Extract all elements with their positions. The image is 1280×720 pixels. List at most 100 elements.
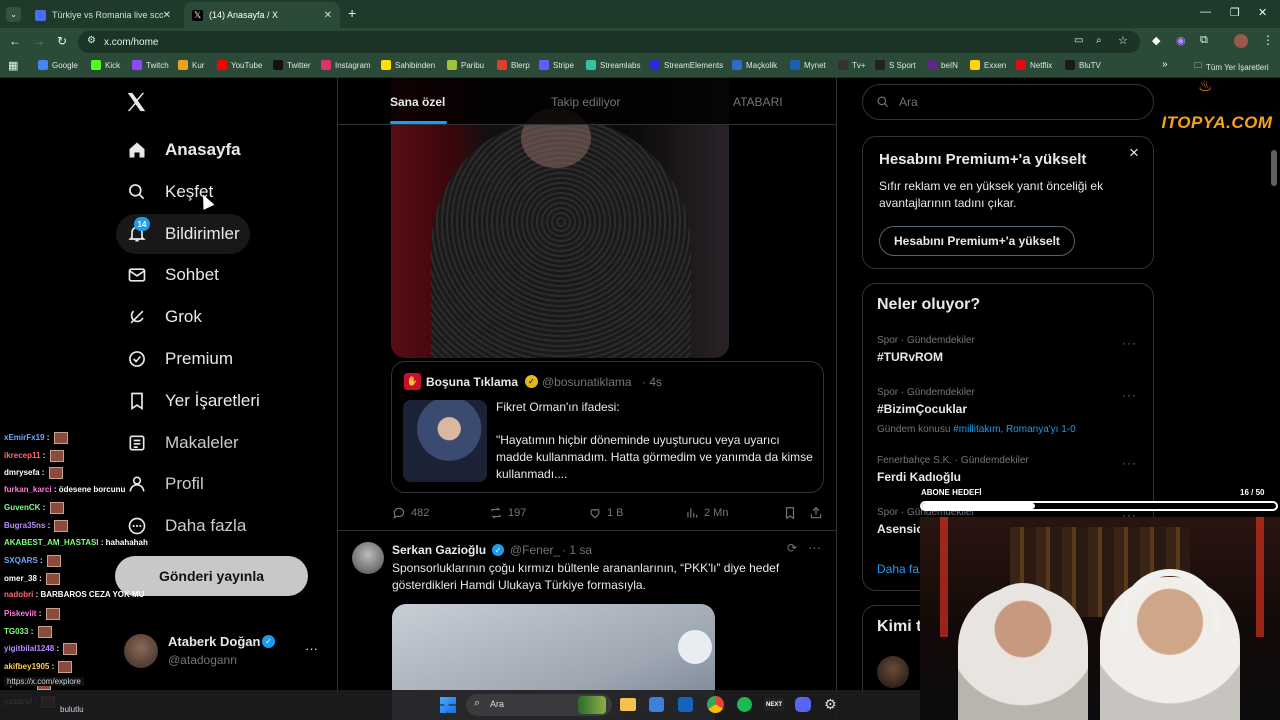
nav-grok[interactable]: Grok [116,297,212,337]
chrome-icon[interactable] [707,696,724,713]
suggested-user-avatar[interactable] [877,656,909,688]
more-bookmarks-icon[interactable]: » [1162,59,1168,70]
bookmark-sahibinden[interactable]: Sahibinden [381,60,435,70]
file-explorer-icon[interactable] [620,698,636,711]
trend-item[interactable]: Fenerbahçe S.K. · Gündemdekiler Ferdi Ka… [877,455,1139,484]
trend-more-icon[interactable]: ··· [1122,336,1137,350]
all-bookmarks-folder[interactable]: 🗀 Tüm Yer İşaretleri [1194,60,1269,74]
nav-mail[interactable]: Sohbet [116,255,229,295]
bookmark-blutv[interactable]: BluTV [1065,60,1101,70]
bookmark-twitch[interactable]: Twitch [132,60,169,70]
bookmark-instagram[interactable]: Instagram [321,60,371,70]
bookmark-twitter[interactable]: Twitter [273,60,311,70]
bookmark-label: Maçkolik [746,60,778,70]
bookmark-mynet[interactable]: Mynet [790,60,826,70]
tab-atabari[interactable]: ATABARI [733,95,783,109]
premium-upgrade-button[interactable]: Hesabını Premium+'a yükselt [879,226,1075,256]
bookmark-kur[interactable]: Kur [178,60,204,70]
taskbar-search[interactable]: ⌕ Ara [466,694,612,716]
account-switcher[interactable]: Ataberk Doğan ✓ @atadogann ··· [116,628,326,674]
quote-thumbnail[interactable] [403,400,487,482]
views-button[interactable]: 2 Mn [685,506,728,520]
tab-following[interactable]: Takip ediliyor [551,95,620,109]
trend-more-icon[interactable]: ··· [1122,456,1137,470]
nav-verified[interactable]: Premium [116,339,243,379]
browser-tab-x-home[interactable]: 𝕏 (14) Anasayfa / X ✕ [184,2,340,28]
nav-person[interactable]: Profil [116,464,214,504]
bookmark-google[interactable]: Google [38,60,78,70]
nav-bookmark[interactable]: Yer İşaretleri [116,381,270,421]
account-more-icon[interactable]: ··· [305,641,318,656]
bookmark-maçkolik[interactable]: Maçkolik [732,60,777,70]
trend-more-icon[interactable]: ··· [1122,388,1137,402]
quote-author-name[interactable]: Boşuna Tıklama [426,375,518,389]
bookmark-stripe[interactable]: Stripe [539,60,574,70]
page-scrollbar[interactable] [1271,150,1277,186]
extension-icon[interactable]: ◆ [1152,34,1160,47]
forward-icon[interactable]: → [33,34,45,48]
outlook-icon[interactable] [678,697,693,712]
minimize-window-icon[interactable]: — [1200,6,1211,18]
like-button[interactable]: 1 B [588,506,624,520]
bookmark-blerp[interactable]: Blerp [497,60,530,70]
start-button-icon[interactable] [440,697,456,713]
reload-icon[interactable]: ↻ [57,34,67,48]
trend-item[interactable]: Spor · Gündemdekiler #BizimÇocuklar Günd… [877,387,1139,435]
tab-list-button[interactable]: ⌄ [6,7,21,22]
trend-context-links[interactable]: #millitakım, Romanya'yı 1-0 [953,424,1076,435]
zoom-icon[interactable]: ⌕ [1096,35,1102,46]
close-tab-icon[interactable]: ✕ [324,10,332,21]
share-icon[interactable] [809,506,828,520]
bookmark-streamelements[interactable]: StreamElements [650,60,723,70]
verified-badge-icon: ✓ [262,635,275,648]
bookmark-netflix[interactable]: Netflix [1016,60,1052,70]
spotify-icon[interactable] [737,697,752,712]
cast-icon[interactable]: ▭ [1074,35,1083,46]
bookmark-star-icon[interactable]: ☆ [1118,34,1128,47]
bookmark-paribu[interactable]: Paribu [447,60,484,70]
bookmark-s-sport[interactable]: S Sport [875,60,916,70]
close-icon[interactable]: × [1129,143,1139,163]
discord-icon[interactable] [795,697,811,712]
nav-article[interactable]: Makaleler [116,423,249,463]
tab-title: (14) Anasayfa / X [209,10,279,20]
tweet-author-avatar[interactable] [352,542,384,574]
grok-action-icon[interactable]: ⟳ [787,541,797,555]
bookmark-exxen[interactable]: Exxen [970,60,1006,70]
address-bar[interactable]: ⚙ x.com/home ▭ ⌕ ☆ [78,31,1140,53]
profile-avatar[interactable] [1234,34,1248,48]
reply-button[interactable]: 482 [392,506,429,520]
tab-for-you[interactable]: Sana özel [390,95,445,109]
next-app-icon[interactable]: NEXT [764,698,784,711]
trend-item[interactable]: Spor · Gündemdekiler #TURvROM [877,335,1139,364]
bookmark-favicon-icon [321,60,331,70]
nav-bell[interactable]: 14 Bildirimler [116,214,250,254]
apps-grid-icon[interactable]: ▦ [8,59,18,72]
browser-menu-icon[interactable]: ⋮ [1262,33,1274,47]
close-tab-icon[interactable]: ✕ [163,10,171,21]
bookmark-kick[interactable]: Kick [91,60,120,70]
extension-icon[interactable]: ◉ [1176,34,1186,47]
store-icon[interactable] [649,697,664,712]
nav-home[interactable]: Anasayfa [116,130,251,170]
browser-tab-livescore[interactable]: Türkiye vs Romania live score, H2H ✕ [27,2,179,28]
bookmark-bein[interactable]: beIN [927,60,958,70]
restore-window-icon[interactable]: ❐ [1230,6,1240,19]
extensions-puzzle-icon[interactable]: ⧉ [1200,34,1208,47]
settings-icon[interactable]: ⚙ [824,696,837,713]
tweet-author-name[interactable]: Serkan Gazioğlu [392,543,486,557]
back-icon[interactable]: ← [9,34,21,48]
x-logo-icon[interactable] [125,91,147,115]
tweet-more-icon[interactable]: ··· [808,540,821,555]
bookmark-icon[interactable] [783,506,802,520]
bookmark-streamlabs[interactable]: Streamlabs [586,60,640,70]
quoted-tweet[interactable]: ✋ Boşuna Tıklama ✓ @bosunatiklama · 4s F… [391,361,824,493]
new-tab-button[interactable]: + [348,5,356,21]
bookmark-youtube[interactable]: YouTube [217,60,262,70]
repost-button[interactable]: 197 [489,506,526,520]
bookmark-tv+[interactable]: Tv+ [838,60,866,70]
bookmark-label: Kick [105,60,121,70]
site-info-icon[interactable]: ⚙ [87,35,96,46]
close-window-icon[interactable]: ✕ [1258,6,1267,19]
search-box[interactable]: Ara [862,84,1154,120]
